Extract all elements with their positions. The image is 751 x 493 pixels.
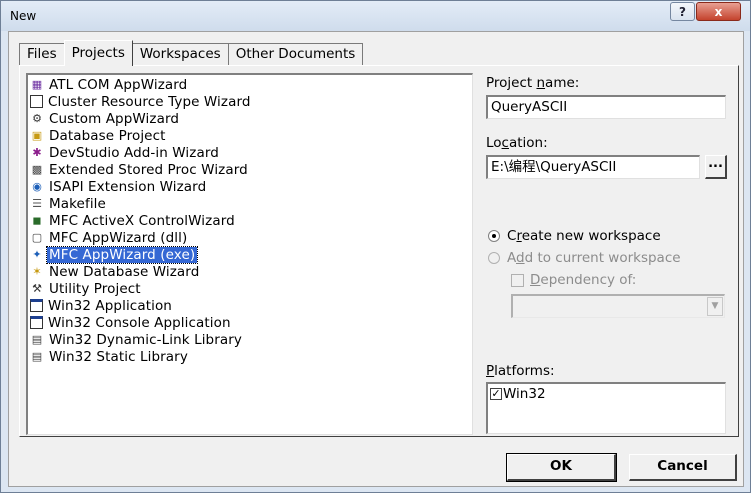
list-item[interactable]: ▤ Win32 Static Library: [29, 348, 190, 365]
makefile-icon: ☰: [32, 196, 42, 210]
list-item[interactable]: Win32 Application: [29, 297, 174, 314]
dialog-body: Files Projects Workspaces Other Document…: [8, 31, 744, 487]
list-item-label: DevStudio Add-in Wizard: [49, 144, 219, 161]
cancel-button[interactable]: Cancel: [629, 454, 737, 481]
dependency-checkbox[interactable]: Dependency of:: [511, 272, 636, 288]
dependency-label: Dependency of:: [530, 272, 637, 288]
list-item-label: Win32 Application: [48, 297, 172, 314]
checkbox-unchecked-icon: [511, 273, 524, 287]
tab-projects[interactable]: Projects: [63, 40, 133, 66]
project-name-label: Project name:: [486, 75, 580, 91]
create-new-workspace-radio[interactable]: Create new workspace: [488, 228, 661, 244]
dll-icon: ▤: [31, 332, 43, 346]
activex-icon: ◼: [32, 213, 42, 227]
add-to-current-workspace-radio[interactable]: Add to current workspace: [488, 250, 681, 266]
list-item[interactable]: ⚙ Custom AppWizard: [29, 110, 181, 127]
platforms-label: Platforms:: [486, 363, 555, 379]
static-lib-icon: ▤: [31, 349, 43, 363]
list-item[interactable]: Cluster Resource Type Wizard: [29, 93, 253, 110]
list-item-label: ATL COM AppWizard: [49, 76, 188, 93]
list-item-label: Extended Stored Proc Wizard: [49, 161, 248, 178]
list-item-label: Cluster Resource Type Wizard: [48, 93, 251, 110]
close-button[interactable]: x: [696, 2, 741, 21]
list-item-label: Win32 Static Library: [49, 348, 188, 365]
checkbox-checked-icon: ✓: [490, 387, 502, 400]
mfc-dll-icon: ▢: [31, 230, 43, 244]
radio-selected-icon: [488, 230, 500, 242]
project-name-input[interactable]: QueryASCII: [486, 95, 726, 119]
list-item[interactable]: ⚒ Utility Project: [29, 280, 143, 297]
dependency-select[interactable]: ▼: [511, 294, 725, 318]
list-item[interactable]: ✶ New Database Wizard: [29, 263, 201, 280]
list-item[interactable]: ▢ MFC AppWizard (dll): [29, 229, 189, 246]
list-item[interactable]: Win32 Console Application: [29, 314, 233, 331]
list-item-label: Win32 Dynamic-Link Library: [49, 331, 242, 348]
list-item-label: MFC ActiveX ControlWizard: [49, 212, 235, 229]
new-dialog: New ? x Files Projects Workspaces Other …: [0, 0, 751, 493]
mfc-exe-icon: ✦: [32, 247, 42, 261]
globe-icon: ◉: [32, 179, 42, 193]
list-item-label: ISAPI Extension Wizard: [49, 178, 207, 195]
list-item-label: Utility Project: [49, 280, 141, 297]
list-item[interactable]: ▣ Database Project: [29, 127, 168, 144]
browse-button[interactable]: ...: [705, 155, 727, 179]
new-database-icon: ✶: [32, 264, 42, 278]
list-item-label: New Database Wizard: [49, 263, 200, 280]
location-label: Location:: [486, 135, 548, 151]
list-item-label: Database Project: [49, 127, 166, 144]
chevron-down-icon[interactable]: ▼: [707, 297, 723, 316]
cluster-wizard-icon: [30, 95, 43, 108]
list-item-label: MFC AppWizard (exe): [45, 245, 199, 264]
tab-files[interactable]: Files: [19, 43, 65, 65]
platform-item-win32[interactable]: ✓ Win32: [490, 386, 546, 402]
custom-wizard-icon: ⚙: [32, 111, 42, 125]
database-icon: ▣: [31, 128, 43, 142]
tab-strip: Files Projects Workspaces Other Document…: [19, 40, 364, 66]
atl-wizard-icon: ▦: [31, 77, 43, 91]
win32-app-icon: [30, 299, 43, 312]
create-new-workspace-label: Create new workspace: [507, 228, 661, 244]
list-item-label: MFC AppWizard (dll): [49, 229, 188, 246]
list-item[interactable]: ▦ ATL COM AppWizard: [29, 76, 189, 93]
list-item[interactable]: ◉ ISAPI Extension Wizard: [29, 178, 208, 195]
ok-button[interactable]: OK: [506, 453, 617, 482]
platform-label: Win32: [503, 386, 546, 402]
add-to-current-workspace-label: Add to current workspace: [507, 250, 681, 266]
list-item[interactable]: ▤ Win32 Dynamic-Link Library: [29, 331, 244, 348]
window-title: New: [10, 9, 37, 23]
list-item-label: Custom AppWizard: [49, 110, 180, 127]
list-item[interactable]: ▩ Extended Stored Proc Wizard: [29, 161, 250, 178]
radio-unselected-icon: [488, 252, 500, 264]
list-item[interactable]: ✱ DevStudio Add-in Wizard: [29, 144, 221, 161]
list-item-label: Win32 Console Application: [48, 314, 231, 331]
help-button[interactable]: ?: [670, 2, 695, 21]
stored-proc-icon: ▩: [31, 162, 43, 176]
addin-wizard-icon: ✱: [32, 145, 42, 159]
list-item-label: Makefile: [49, 195, 106, 212]
list-item[interactable]: ✦ MFC AppWizard (exe): [29, 245, 199, 264]
console-icon: [30, 316, 43, 329]
platforms-list: ✓ Win32: [486, 382, 726, 434]
tab-other-documents[interactable]: Other Documents: [227, 43, 364, 65]
list-item[interactable]: ☰ Makefile: [29, 195, 108, 212]
location-input[interactable]: E:\编程\QueryASCII: [486, 155, 700, 179]
list-item[interactable]: ◼ MFC ActiveX ControlWizard: [29, 212, 237, 229]
utility-icon: ⚒: [32, 281, 42, 295]
title-bar[interactable]: New ? x: [1, 1, 750, 31]
project-type-list[interactable]: ▦ ATL COM AppWizard Cluster Resource Typ…: [26, 73, 473, 435]
tab-workspaces[interactable]: Workspaces: [131, 43, 229, 65]
close-icon: x: [714, 4, 723, 19]
